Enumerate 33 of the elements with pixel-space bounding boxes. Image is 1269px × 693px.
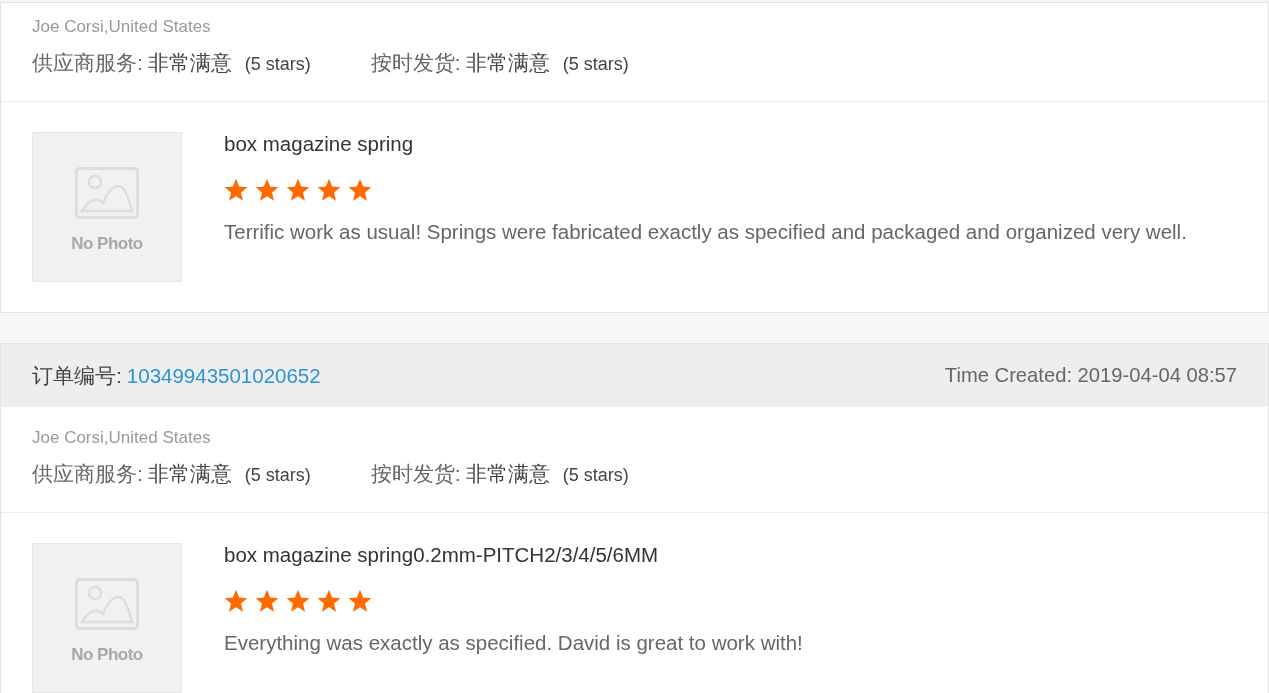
product-name: box magazine spring0.2mm-PITCH2/3/4/5/6MM [224, 543, 659, 567]
order-number-label: 订单编号: [32, 362, 122, 389]
review-comment: Everything was exactly as specified. David is great to work with! [224, 631, 803, 655]
star-icon [286, 178, 310, 202]
rating-stars-note: (5 stars) [562, 53, 629, 76]
star-icon [348, 589, 372, 613]
rating-label: 按时发货: [370, 51, 461, 75]
buyer-name: Joe Corsi,United States [32, 17, 211, 37]
review-comment: Terrific work as usual! Springs were fabricated exactly as specified and packaged and organized very well. [224, 220, 1187, 244]
time-created-text: Time Created: 2019-04-04 08:57 [944, 364, 1237, 387]
rating-stars-note: (5 stars) [244, 464, 311, 487]
product-name: box magazine spring [224, 132, 414, 156]
rating-label: 供应商服务: [32, 462, 143, 486]
star-icon [317, 178, 341, 202]
star-icon [255, 178, 279, 202]
star-icon [348, 178, 372, 202]
rating-stars-note: (5 stars) [244, 53, 311, 76]
rating-value: 非常满意 [465, 462, 550, 486]
rating-label: 供应商服务: [32, 51, 143, 75]
rating-value: 非常满意 [147, 51, 232, 75]
no-photo-label: No Photo [71, 234, 143, 254]
rating-stars-note: (5 stars) [562, 464, 629, 487]
star-icon [317, 589, 341, 613]
no-photo-label: No Photo [71, 645, 143, 665]
star-icon [224, 178, 248, 202]
rating-value: 非常满意 [465, 51, 550, 75]
rating-value: 非常满意 [147, 462, 232, 486]
star-icon [224, 589, 248, 613]
order-number-link[interactable]: 10349943501020652 [126, 363, 321, 388]
rating-label: 按时发货: [370, 462, 461, 486]
star-icon [286, 589, 310, 613]
star-icon [255, 589, 279, 613]
buyer-name: Joe Corsi,United States [32, 428, 211, 448]
